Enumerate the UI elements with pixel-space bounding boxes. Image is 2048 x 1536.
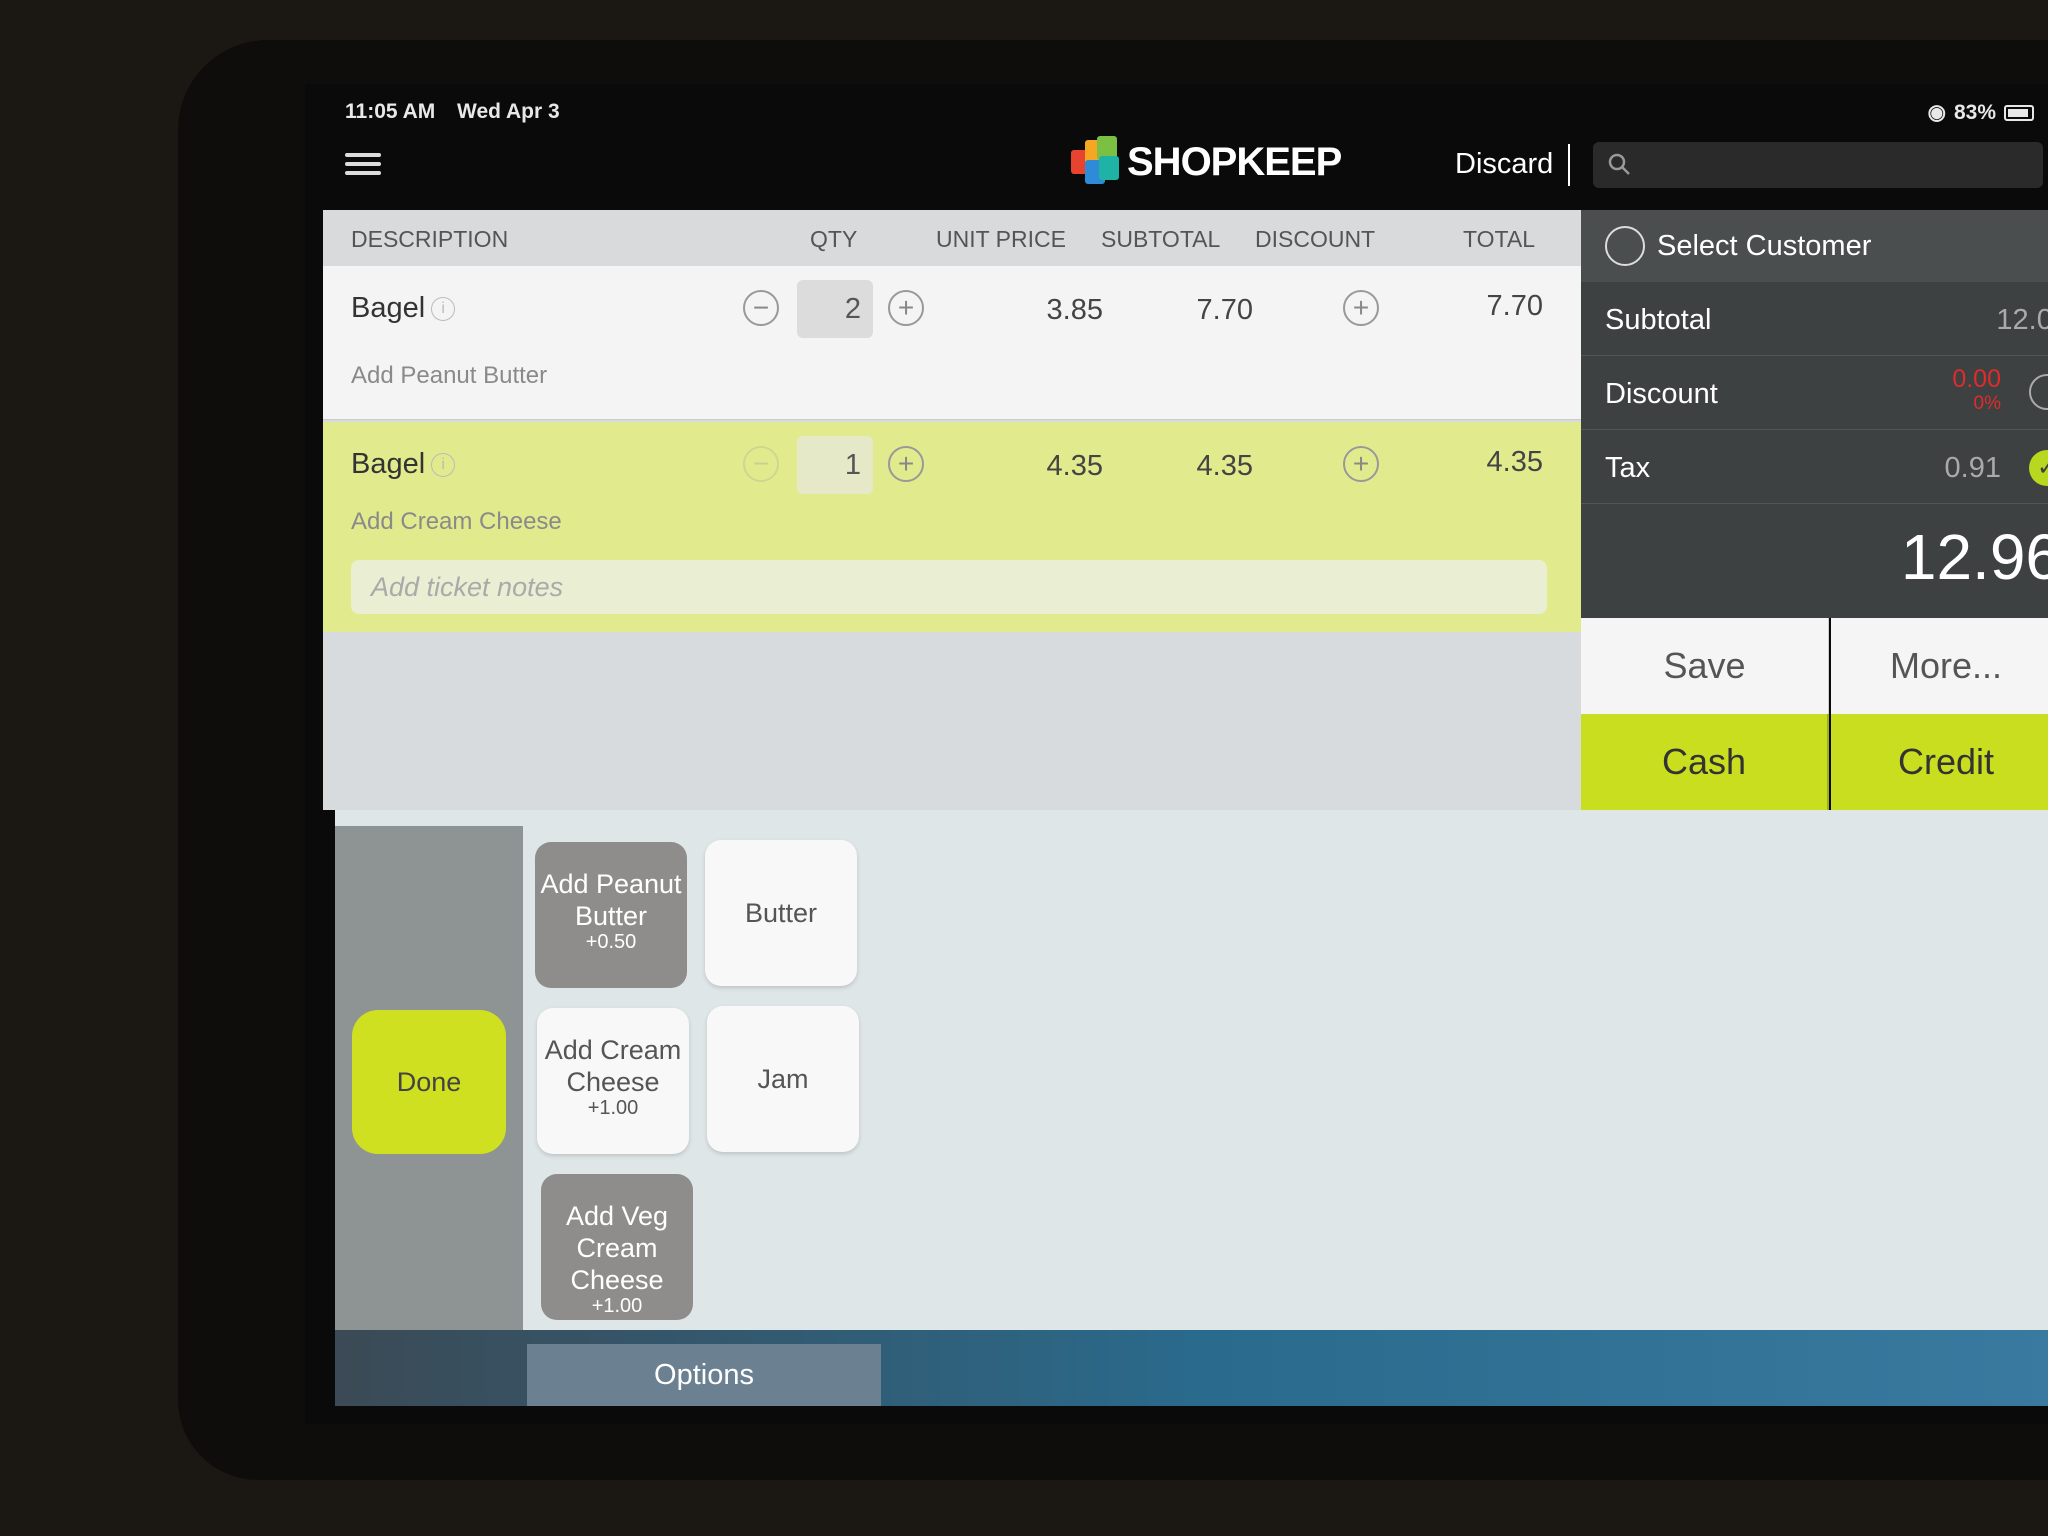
info-icon[interactable]: i [431, 297, 456, 322]
summary-panel: Select Customer + Subtotal 12.05 Discoun… [1581, 210, 2048, 618]
item-name-text: Bagel [351, 292, 426, 324]
app-screen: 11:05 AM Wed Apr 3 ◉ 83% SHOPKEEP Discar… [305, 84, 2048, 1424]
status-bar: 11:05 AM Wed Apr 3 ◉ 83% [325, 92, 2048, 132]
modifier-butter[interactable]: Butter [705, 840, 857, 986]
col-unit-price: UNIT PRICE [936, 226, 1066, 252]
item-modifier: Add Cream Cheese [351, 508, 562, 535]
subtotal: 4.35 [1196, 450, 1253, 482]
qty-field[interactable]: 1 [797, 436, 873, 494]
credit-button[interactable]: Credit [1831, 714, 2048, 810]
battery-icon [2004, 104, 2034, 121]
unit-price: 3.85 [1046, 294, 1103, 326]
modifier-jam[interactable]: Jam [707, 1006, 859, 1152]
select-customer-label: Select Customer [1657, 230, 1872, 262]
discount-row[interactable]: Discount 0.00 0% [1581, 356, 2048, 430]
col-subtotal: SUBTOTAL [1101, 226, 1221, 252]
col-description: DESCRIPTION [351, 226, 509, 252]
tab-options[interactable]: Options [527, 1344, 881, 1406]
modifier-add-peanut-butter[interactable]: Add Peanut Butter +0.50 [535, 842, 687, 988]
modifier-label: Add Cream Cheese [544, 1035, 682, 1097]
edit-discount-icon[interactable] [2029, 374, 2048, 410]
subtotal-row: Subtotal 12.05 [1581, 282, 2048, 356]
tax-check-icon[interactable]: ✓ [2029, 450, 2048, 486]
modifier-label: Add Veg Cream Cheese [565, 1201, 669, 1295]
qty-plus-icon[interactable]: + [888, 290, 924, 326]
qty-minus-icon[interactable]: − [743, 290, 779, 326]
tax-label: Tax [1605, 452, 1651, 484]
tax-row[interactable]: Tax 0.91 ✓ [1581, 430, 2048, 504]
table-row[interactable]: Bagel i Add Peanut Butter − 2 + 3.85 7.70… [323, 266, 1581, 420]
col-qty: QTY [810, 226, 858, 252]
item-name-text: Bagel [351, 448, 426, 480]
line-total: 4.35 [1486, 446, 1543, 478]
discount-percent: 0% [1973, 393, 2001, 414]
subtotal: 7.70 [1196, 294, 1253, 326]
wifi-icon: ◉ [1927, 101, 1946, 124]
discount-add-icon[interactable]: + [1343, 446, 1379, 482]
modifier-label: Add Peanut Butter [540, 869, 682, 931]
status-right: ◉ 83% [1928, 100, 2034, 125]
table-row-selected[interactable]: Bagel i Add Cream Cheese − 1 + 4.35 4.35 … [323, 422, 1581, 632]
unit-price: 4.35 [1046, 450, 1103, 482]
modifier-price: +1.00 [587, 1097, 639, 1119]
save-button[interactable]: Save [1581, 618, 1829, 714]
battery-percent: 83% [1953, 100, 1996, 124]
discount-value: 0.00 0% [1952, 365, 2001, 415]
col-total: TOTAL [1463, 226, 1535, 252]
info-icon[interactable]: i [431, 453, 456, 478]
select-customer-button[interactable]: Select Customer + [1581, 210, 2048, 282]
modifier-add-cream-cheese[interactable]: Add Cream Cheese +1.00 [537, 1008, 689, 1154]
item-name: Bagel i [351, 292, 456, 325]
item-modifier: Add Peanut Butter [351, 362, 548, 389]
discount-label: Discount [1605, 378, 1718, 410]
customer-icon [1605, 226, 1645, 266]
ticket-notes-input[interactable]: Add ticket notes [351, 560, 1547, 614]
search-input[interactable] [1593, 142, 2043, 188]
logo-text: SHOPKEEP [1127, 139, 1342, 184]
col-discount: DISCOUNT [1255, 226, 1376, 252]
qty-minus-icon[interactable]: − [743, 446, 779, 482]
logo-mark-icon [1071, 136, 1119, 188]
cash-button[interactable]: Cash [1581, 714, 1829, 810]
shopkeep-logo: SHOPKEEP [1071, 136, 1342, 188]
discard-button[interactable]: Discard [1455, 148, 1553, 181]
line-total: 7.70 [1486, 290, 1543, 322]
search-icon [1608, 153, 1630, 175]
subtotal-label: Subtotal [1605, 304, 1712, 336]
done-button[interactable]: Done [352, 1010, 506, 1154]
header-divider [1568, 144, 1570, 186]
qty-field[interactable]: 2 [797, 280, 873, 338]
status-time: 11:05 AM [345, 100, 436, 123]
modifier-price: +0.50 [585, 931, 637, 953]
more-button[interactable]: More... [1831, 618, 2048, 714]
discount-add-icon[interactable]: + [1343, 290, 1379, 326]
table-header: DESCRIPTION QTY UNIT PRICE SUBTOTAL DISC… [323, 210, 1581, 266]
order-table: DESCRIPTION QTY UNIT PRICE SUBTOTAL DISC… [323, 210, 1581, 810]
discount-amount: 0.00 [1952, 365, 2001, 393]
grand-total: 12.96 [1900, 521, 2048, 593]
status-date: Wed Apr 3 [457, 100, 560, 123]
modifier-add-veg-cream-cheese[interactable]: Add Veg Cream Cheese +1.00 [541, 1174, 693, 1320]
subtotal-value: 12.05 [1996, 304, 2048, 336]
qty-plus-icon[interactable]: + [888, 446, 924, 482]
item-name: Bagel i [351, 448, 456, 481]
modifier-price: +1.00 [591, 1295, 643, 1317]
hamburger-menu-icon[interactable] [345, 148, 381, 184]
tax-value: 0.91 [1944, 452, 2001, 484]
